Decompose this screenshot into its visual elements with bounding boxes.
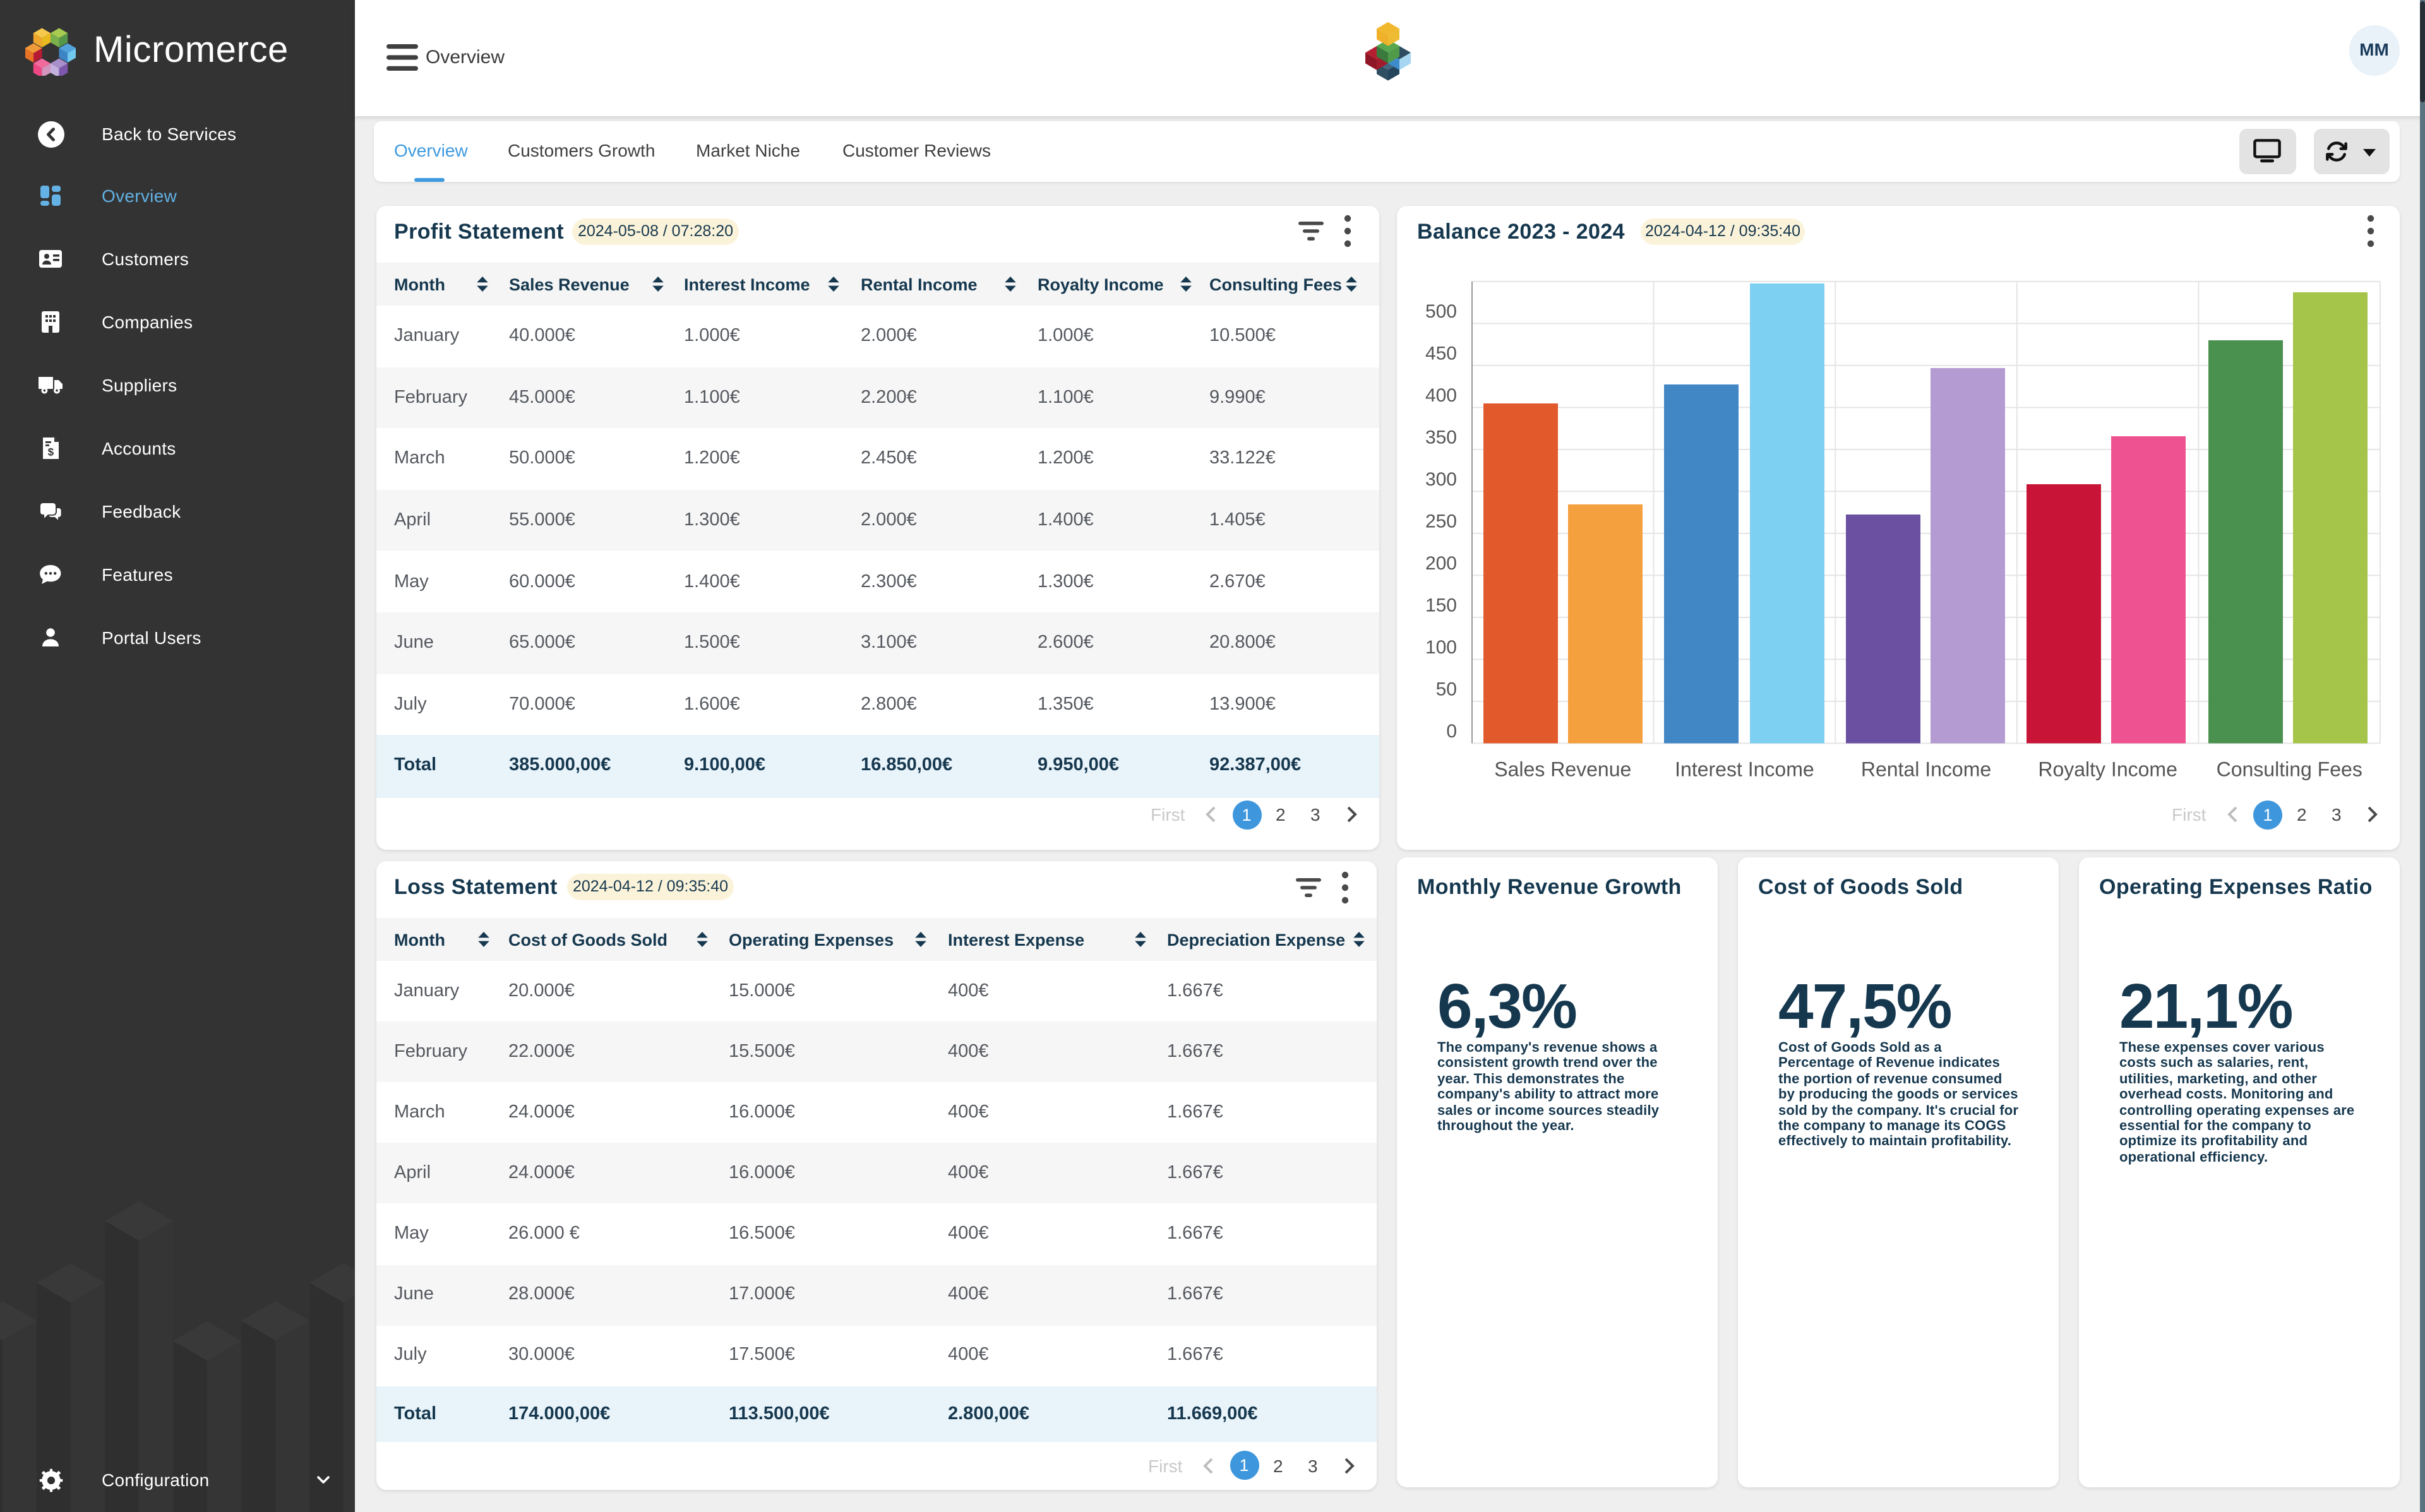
- svg-text:100: 100: [1425, 636, 1456, 657]
- svg-text:Interest Income: Interest Income: [1674, 757, 1814, 780]
- svg-text:450: 450: [1425, 343, 1456, 364]
- svg-text:150: 150: [1425, 595, 1456, 616]
- svg-text:300: 300: [1425, 468, 1456, 489]
- svg-text:500: 500: [1425, 301, 1456, 321]
- svg-text:Royalty Income: Royalty Income: [2037, 757, 2177, 780]
- svg-text:Consulting Fees: Consulting Fees: [2216, 757, 2362, 780]
- svg-text:400: 400: [1425, 384, 1456, 405]
- svg-text:200: 200: [1425, 552, 1456, 573]
- svg-text:0: 0: [1446, 720, 1456, 741]
- svg-text:Sales Revenue: Sales Revenue: [1494, 757, 1631, 780]
- svg-text:$: $: [48, 446, 54, 458]
- svg-text:50: 50: [1435, 679, 1456, 699]
- svg-text:250: 250: [1425, 511, 1456, 532]
- svg-text:350: 350: [1425, 427, 1456, 448]
- svg-text:Rental Income: Rental Income: [1860, 757, 1991, 780]
